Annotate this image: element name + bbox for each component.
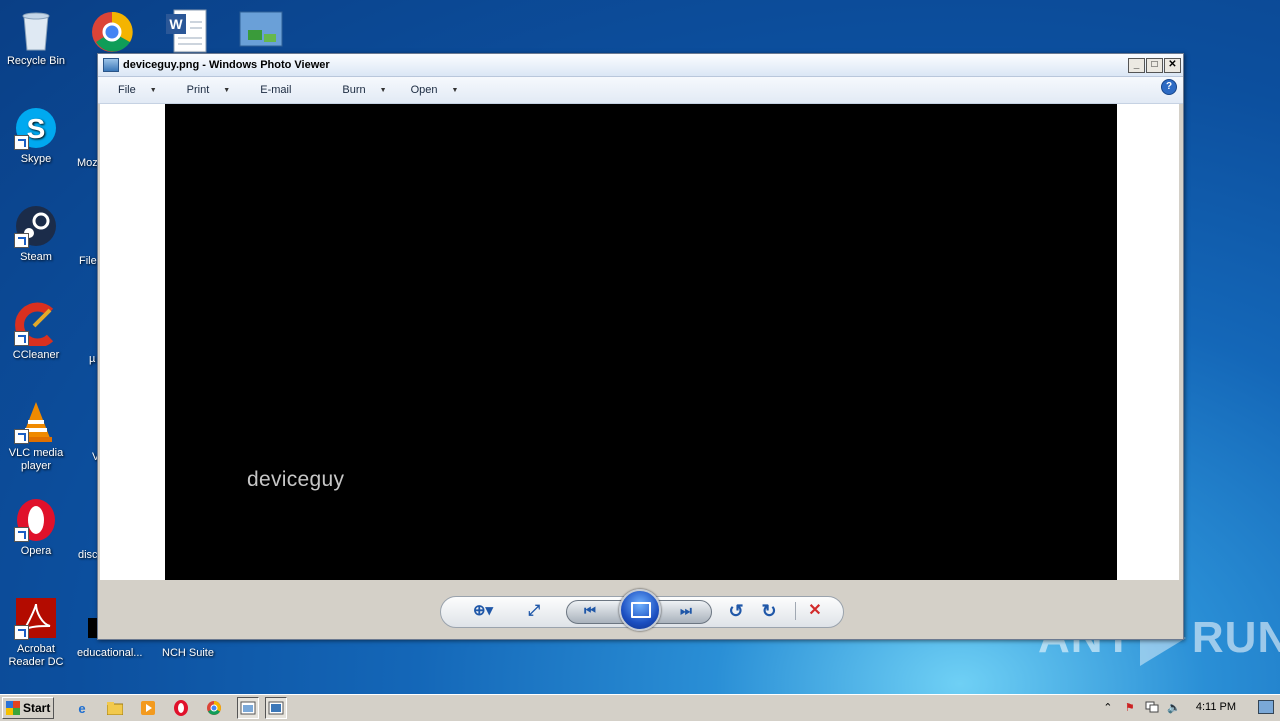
start-button[interactable]: Start — [2, 697, 54, 719]
next-button[interactable]: ⏭ — [674, 600, 698, 622]
menu-label: File — [118, 84, 136, 96]
skype-icon: S — [14, 106, 58, 150]
delete-button[interactable]: ✕ — [805, 600, 825, 622]
show-desktop-icon[interactable] — [1258, 700, 1274, 714]
command-bar: File ▼ Print ▼ E-mail Burn ▼ Open ▼ — [98, 77, 1183, 104]
recycle-bin-icon — [14, 8, 58, 52]
network-icon[interactable] — [1144, 699, 1160, 715]
desktop-icon-label: Recycle Bin — [6, 55, 66, 67]
photo-viewer-window[interactable]: deviceguy.png - Windows Photo Viewer _ □… — [97, 53, 1184, 640]
menu-open[interactable]: Open ▼ — [397, 84, 469, 96]
desktop-icon-label: Opera — [20, 545, 52, 557]
help-icon[interactable]: ? — [1161, 79, 1177, 95]
window-controls: _ □ ✕ — [1127, 57, 1181, 73]
displayed-photo: deviceguy — [165, 104, 1117, 580]
desktop-icon-ccleaner[interactable]: CCleaner — [0, 302, 72, 362]
word-doc-icon: W — [166, 9, 207, 53]
ie-quicklaunch-icon[interactable]: e — [72, 698, 92, 718]
maximize-button[interactable]: □ — [1146, 57, 1163, 73]
chrome-icon — [92, 11, 133, 52]
chevron-down-icon: ▼ — [223, 86, 231, 94]
controls-divider — [795, 602, 796, 620]
steam-icon — [14, 204, 58, 248]
desktop-icon-opera[interactable]: Opera — [0, 498, 72, 558]
svg-text:W: W — [169, 16, 183, 32]
system-tray: ⌃ ⚑ 🔈 4:11 PM — [1094, 696, 1280, 718]
desktop-icon-partial-label: disc — [78, 549, 98, 561]
playback-controls: ⊕▾ ⤢ ⏮ ⏭ ↺ ↻ ✕ — [100, 580, 1179, 637]
desktop-icon-chrome[interactable] — [90, 10, 134, 54]
desktop-icon-partial-label: µ — [89, 353, 96, 365]
rotate-clockwise-button[interactable]: ↻ — [759, 600, 779, 622]
menu-label: Print — [186, 84, 210, 96]
picture-icon — [239, 11, 283, 47]
desktop-icon-partial-label: Moz — [77, 157, 98, 169]
vlc-icon — [14, 400, 58, 444]
menu-file[interactable]: File ▼ — [98, 84, 167, 96]
taskbar-clock[interactable]: 4:11 PM — [1196, 701, 1236, 713]
desktop-icon-label: VLC media player — [8, 447, 64, 472]
opera-taskbar-icon[interactable] — [171, 698, 191, 718]
desktop-icon-label: Steam — [20, 251, 52, 263]
menu-burn[interactable]: Burn ▼ — [301, 84, 396, 96]
windows-logo-icon — [6, 701, 20, 715]
action-center-flag-icon[interactable]: ⚑ — [1122, 699, 1138, 715]
watermark-text-right: RUN — [1191, 613, 1280, 662]
chevron-down-icon: ▼ — [451, 86, 459, 94]
desktop-icon-acrobat[interactable]: Acrobat Reader DC — [0, 596, 72, 669]
explorer-folder-icon[interactable] — [105, 698, 125, 718]
image-viewport: deviceguy — [100, 104, 1179, 580]
previous-button[interactable]: ⏮ — [578, 600, 602, 622]
desktop-icon-word[interactable]: W — [164, 8, 210, 54]
close-button[interactable]: ✕ — [1164, 57, 1181, 73]
media-player-icon[interactable] — [138, 698, 158, 718]
desktop-icon-label: CCleaner — [12, 349, 60, 361]
desktop-icon-label: Acrobat Reader DC — [8, 643, 64, 668]
zoom-button[interactable]: ⊕▾ — [466, 600, 500, 622]
start-label: Start — [23, 701, 51, 715]
chevron-down-icon: ▼ — [149, 86, 157, 94]
menu-label: E-mail — [260, 84, 292, 96]
opera-icon — [14, 498, 58, 542]
ccleaner-icon — [14, 302, 58, 348]
desktop-icon-skype[interactable]: S Skype — [0, 106, 72, 166]
photo-viewer-taskbar-button[interactable] — [265, 697, 287, 719]
title-bar[interactable]: deviceguy.png - Windows Photo Viewer _ □… — [98, 54, 1183, 77]
desktop-icon-steam[interactable]: Steam — [0, 204, 72, 264]
svg-text:S: S — [27, 113, 46, 144]
fit-to-window-button[interactable]: ⤢ — [522, 600, 546, 622]
show-hidden-icons-chevron[interactable]: ⌃ — [1100, 699, 1116, 715]
photo-viewer-app-icon — [103, 58, 119, 72]
chevron-down-icon: ▼ — [379, 86, 387, 94]
chrome-taskbar-icon[interactable] — [204, 698, 224, 718]
taskbar: Start e ⌃ ⚑ 🔈 4:11 PM — [0, 694, 1280, 721]
desktop-icon-vlc[interactable]: VLC media player — [0, 400, 72, 473]
rotate-counterclockwise-button[interactable]: ↺ — [726, 600, 746, 622]
slideshow-button[interactable] — [619, 589, 661, 631]
volume-icon[interactable]: 🔈 — [1166, 699, 1182, 715]
menu-label: Open — [410, 84, 438, 96]
photo-caption-text: deviceguy — [247, 468, 345, 491]
desktop-icon-picture[interactable] — [238, 10, 284, 52]
menu-print[interactable]: Print ▼ — [167, 84, 241, 96]
desktop-icon-recycle-bin[interactable]: Recycle Bin — [0, 8, 72, 68]
menu-label: Burn — [342, 84, 366, 96]
window-title: deviceguy.png - Windows Photo Viewer — [123, 59, 330, 71]
desktop-icon-partial-label: File — [79, 255, 97, 267]
desktop-icon-partial-label: NCH Suite — [162, 647, 214, 659]
desktop-icon-label: Skype — [20, 153, 52, 165]
desktop-icon-partial-label: educational... — [77, 647, 143, 659]
menu-email[interactable]: E-mail — [240, 84, 301, 96]
minimize-button[interactable]: _ — [1128, 57, 1145, 73]
window-switcher-icon[interactable] — [237, 697, 259, 719]
acrobat-icon — [14, 596, 58, 640]
